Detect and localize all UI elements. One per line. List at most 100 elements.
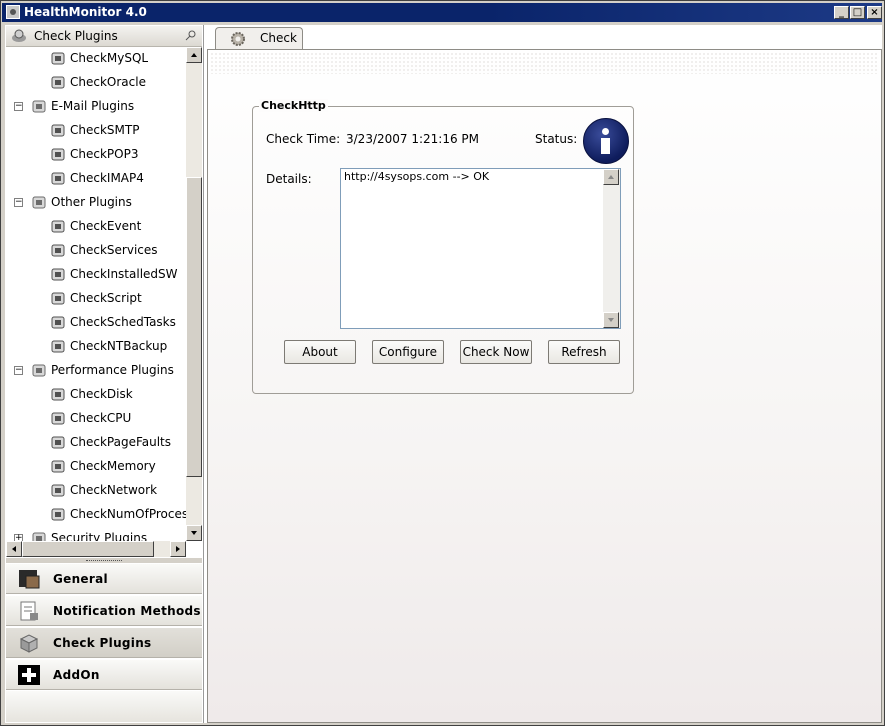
imap4-icon <box>51 172 65 185</box>
nav-check-plugins-label: Check Plugins <box>53 636 152 650</box>
tree-item[interactable]: CheckNumOfProcesses <box>6 504 186 526</box>
tree-item[interactable]: CheckEvent <box>6 216 186 238</box>
nav-addon[interactable]: AddOn <box>6 659 202 690</box>
collapse-icon[interactable]: − <box>14 102 23 111</box>
close-button[interactable]: × <box>867 6 882 19</box>
checkhttp-groupbox: CheckHttp Check Time: 3/23/2007 1:21:16 … <box>252 99 634 394</box>
smtp-icon <box>51 124 65 137</box>
tree-item[interactable]: CheckOracle <box>6 72 186 94</box>
tree-item[interactable]: CheckMemory <box>6 456 186 478</box>
app-icon <box>6 5 20 19</box>
nav-general[interactable]: General <box>6 563 202 594</box>
tree-item-label: CheckMySQL <box>70 51 149 65</box>
network-icon <box>51 484 65 497</box>
tree-item[interactable]: CheckNetwork <box>6 480 186 502</box>
horizontal-scroll-thumb[interactable] <box>22 541 154 557</box>
tree-item[interactable]: CheckScript <box>6 288 186 310</box>
backup-icon <box>51 340 65 353</box>
tree-horizontal-scrollbar[interactable] <box>6 541 186 557</box>
status-label: Status: <box>535 132 578 146</box>
plus-icon <box>18 665 40 685</box>
disk-icon <box>51 388 65 401</box>
scroll-thumb[interactable] <box>186 177 202 477</box>
tab-check[interactable]: Check <box>215 27 303 49</box>
tree-item-label: CheckNTBackup <box>70 339 168 353</box>
tree-item[interactable]: CheckServices <box>6 240 186 262</box>
gear-icon <box>231 32 245 46</box>
nav-check-plugins[interactable]: Check Plugins <box>6 627 202 658</box>
tree-item[interactable]: CheckSMTP <box>6 120 186 142</box>
pin-icon[interactable] <box>185 29 197 41</box>
pop3-icon <box>51 148 65 161</box>
nav-addon-label: AddOn <box>53 668 100 682</box>
arrow-left-icon <box>12 546 16 552</box>
tree-item[interactable]: CheckDisk <box>6 384 186 406</box>
check-panel: CheckHttp Check Time: 3/23/2007 1:21:16 … <box>207 49 882 723</box>
tab-strip: Check <box>207 25 882 49</box>
scroll-left-button[interactable] <box>6 541 22 557</box>
processes-icon <box>51 508 65 521</box>
tasks-icon <box>51 316 65 329</box>
details-scrollbar[interactable] <box>603 169 620 328</box>
scroll-right-button[interactable] <box>170 541 186 557</box>
memory-icon <box>51 460 65 473</box>
tree-item[interactable]: CheckPageFaults <box>6 432 186 454</box>
window-title: HealthMonitor 4.0 <box>24 5 147 19</box>
dotted-header-strip <box>210 52 879 74</box>
check-time-label: Check Time: <box>266 132 341 146</box>
maximize-button[interactable]: □ <box>850 6 865 19</box>
pagefaults-icon <box>51 436 65 449</box>
right-pane: Check CheckHttp Check Time: 3/23/2007 1:… <box>207 25 882 723</box>
tree-item[interactable]: CheckPOP3 <box>6 144 186 166</box>
tree-item[interactable]: CheckCPU <box>6 408 186 430</box>
title-bar[interactable]: HealthMonitor 4.0 _ □ × <box>2 3 882 22</box>
tree-item-label: E-Mail Plugins <box>51 99 135 113</box>
details-label: Details: <box>266 172 312 186</box>
collapse-icon[interactable]: − <box>14 198 23 207</box>
tree-item[interactable]: − Performance Plugins <box>6 360 186 382</box>
scroll-down-button[interactable] <box>186 525 202 541</box>
tree-item-label: Performance Plugins <box>51 363 174 377</box>
arrow-up-icon <box>608 175 614 179</box>
minimize-button[interactable]: _ <box>834 6 849 19</box>
tree-item[interactable]: − E-Mail Plugins <box>6 96 186 118</box>
left-pane-title: Check Plugins <box>34 29 118 43</box>
tree-item[interactable]: CheckInstalledSW <box>6 264 186 286</box>
tree-item-label: CheckPOP3 <box>70 147 139 161</box>
check-plugins-icon <box>12 29 26 42</box>
notification-icon <box>20 601 38 621</box>
services-icon <box>51 244 65 257</box>
collapse-icon[interactable]: − <box>14 366 23 375</box>
tree-vertical-scrollbar[interactable] <box>186 47 202 541</box>
plugins-box-icon <box>19 634 39 653</box>
details-scroll-up-button[interactable] <box>603 169 619 185</box>
about-button[interactable]: About <box>284 340 356 364</box>
main-window: HealthMonitor 4.0 _ □ × Check Plugins Ch… <box>0 0 885 726</box>
tree-item[interactable]: CheckNTBackup <box>6 336 186 358</box>
tree-item[interactable]: CheckMySQL <box>6 48 186 70</box>
tree-item-label: CheckNumOfProcesses <box>70 507 186 521</box>
performance-icon <box>32 364 46 377</box>
tree-item-label: CheckPageFaults <box>70 435 172 449</box>
tree-item-label: CheckSchedTasks <box>70 315 176 329</box>
scroll-up-button[interactable] <box>186 47 202 63</box>
tree-item[interactable]: − Other Plugins <box>6 192 186 214</box>
script-icon <box>51 292 65 305</box>
check-now-button[interactable]: Check Now <box>460 340 532 364</box>
tree-item-label: CheckInstalledSW <box>70 267 178 281</box>
tree-item[interactable]: CheckIMAP4 <box>6 168 186 190</box>
details-scroll-down-button[interactable] <box>603 312 619 328</box>
details-textarea[interactable]: http://4sysops.com --> OK <box>340 168 621 329</box>
tree-item-label: CheckScript <box>70 291 142 305</box>
refresh-button[interactable]: Refresh <box>548 340 620 364</box>
tree-item-label: CheckIMAP4 <box>70 171 144 185</box>
event-icon <box>51 220 65 233</box>
cpu-icon <box>51 412 65 425</box>
groupbox-title: CheckHttp <box>259 99 328 112</box>
configure-button[interactable]: Configure <box>372 340 444 364</box>
nav-notification-methods[interactable]: Notification Methods <box>6 595 202 626</box>
tree-item[interactable]: CheckSchedTasks <box>6 312 186 334</box>
tree-item-label: CheckSMTP <box>70 123 140 137</box>
left-pane: Check Plugins CheckMySQL CheckOracle − E-Ma… <box>5 25 204 723</box>
nav-empty-area <box>6 691 202 722</box>
